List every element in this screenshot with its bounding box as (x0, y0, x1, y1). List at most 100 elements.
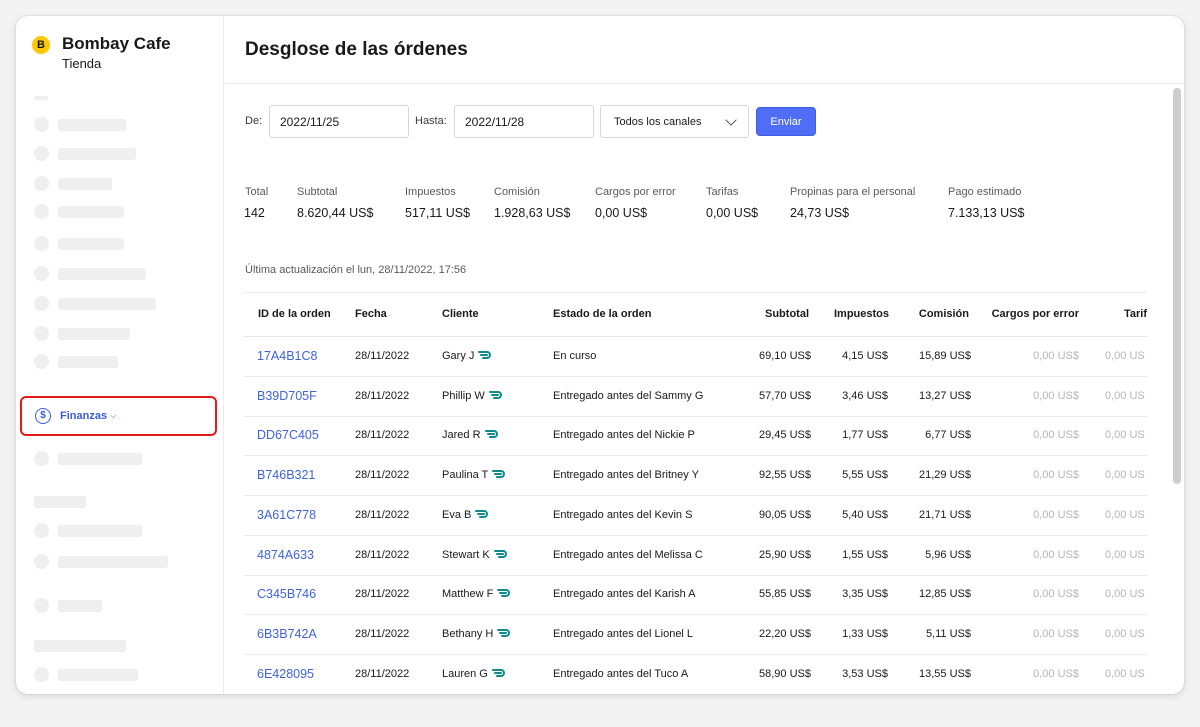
order-id-link[interactable]: DD67C405 (257, 428, 319, 442)
summary-label: Tarifas (706, 186, 739, 198)
summary-label: Cargos por error (595, 186, 676, 198)
order-id-link[interactable]: 3A61C778 (257, 508, 316, 522)
commission-cell: 12,85 US$ (919, 588, 971, 601)
subtotal-cell: 55,85 US$ (759, 588, 811, 601)
order-status: Entregado antes del Tuco A (553, 667, 689, 680)
summary-label: Propinas para el personal (790, 186, 916, 198)
app-window: B Bombay Cafe Tienda $ Finanzas ⌵ Desglo… (16, 16, 1184, 694)
customer-name: Eva B (442, 508, 472, 521)
error-charges-cell: 0,00 US$ (1033, 588, 1079, 601)
dollar-circle-icon: $ (35, 408, 51, 424)
commission-cell: 5,96 US$ (925, 548, 971, 561)
subtotal-cell: 92,55 US$ (759, 469, 811, 482)
vertical-scrollbar[interactable] (1173, 88, 1181, 484)
from-date-input[interactable]: 2022/11/25 (269, 105, 409, 138)
order-date: 28/11/2022 (355, 548, 410, 561)
sidebar-placeholder-item (34, 354, 118, 369)
sidebar-placeholder-item (34, 117, 126, 132)
fees-cell: 0,00 US (1105, 667, 1145, 680)
customer-name: Lauren G (442, 667, 488, 680)
from-label: De: (245, 115, 263, 127)
order-status: Entregado antes del Melissa C (553, 548, 703, 561)
sidebar-placeholder-item (34, 554, 168, 569)
fees-cell: 0,00 US (1105, 627, 1145, 640)
tax-cell: 5,40 US$ (842, 508, 888, 521)
table-row: 6E428095 28/11/2022 Lauren G Entregado ante… (244, 655, 1147, 694)
fees-cell: 0,00 US (1105, 389, 1145, 402)
summary-value: 142 (244, 206, 265, 220)
channel-select[interactable]: Todos los canales (600, 105, 749, 138)
customer-cell: Paulina T (442, 469, 506, 481)
summary-value: 1.928,63 US$ (494, 206, 571, 220)
order-date: 28/11/2022 (355, 667, 410, 680)
orders-table: ID de la orden Fecha Cliente Estado de l… (244, 292, 1147, 694)
order-status: Entregado antes del Sammy G (553, 389, 704, 402)
subtotal-cell: 57,70 US$ (759, 389, 811, 402)
sidebar-item-label: Finanzas (60, 410, 108, 422)
tax-cell: 1,33 US$ (842, 627, 888, 640)
error-charges-cell: 0,00 US$ (1033, 389, 1079, 402)
column-header[interactable]: Estado de la orden (553, 308, 651, 320)
error-charges-cell: 0,00 US$ (1033, 429, 1079, 442)
table-row: DD67C405 28/11/2022 Jared R Entregado antes… (244, 416, 1147, 457)
store-subtitle: Tienda (62, 56, 102, 71)
customer-name: Bethany H (442, 627, 494, 640)
column-header[interactable]: ID de la orden (258, 308, 331, 320)
order-date: 28/11/2022 (355, 429, 410, 442)
column-header[interactable]: Impuestos (809, 308, 889, 320)
dasher-icon (497, 589, 511, 598)
customer-name: Paulina T (442, 469, 489, 482)
sidebar-placeholder-item (34, 296, 156, 311)
order-date: 28/11/2022 (355, 469, 410, 482)
order-id-link[interactable]: C345B746 (257, 587, 316, 601)
column-header[interactable]: Cliente (442, 308, 479, 320)
customer-cell: Matthew F (442, 588, 511, 600)
subtotal-cell: 69,10 US$ (759, 350, 811, 362)
customer-cell: Eva B (442, 509, 489, 521)
sidebar-placeholder-item (34, 204, 124, 219)
sidebar-placeholder-item (34, 146, 136, 161)
customer-name: Gary J (442, 350, 475, 362)
order-id-link[interactable]: 6E428095 (257, 667, 314, 681)
sidebar-placeholder-item (34, 667, 138, 682)
sidebar: B Bombay Cafe Tienda $ Finanzas ⌵ (16, 16, 224, 694)
sidebar-placeholder-heading (34, 640, 126, 652)
tax-cell: 3,35 US$ (842, 588, 888, 601)
order-id-link[interactable]: 6B3B742A (257, 627, 317, 641)
error-charges-cell: 0,00 US$ (1033, 469, 1079, 482)
summary-value: 0,00 US$ (706, 206, 759, 220)
order-date: 28/11/2022 (355, 627, 410, 640)
column-header[interactable]: Cargos por error (969, 308, 1079, 320)
tax-cell: 4,15 US$ (842, 350, 888, 362)
submit-button[interactable]: Enviar (756, 107, 816, 136)
error-charges-cell: 0,00 US$ (1033, 508, 1079, 521)
summary-value: 517,11 US$ (405, 206, 471, 220)
dasher-icon (484, 430, 498, 439)
sidebar-item-finanzas[interactable]: $ Finanzas ⌵ (20, 396, 217, 436)
store-avatar: B (32, 36, 50, 54)
column-header[interactable]: Fecha (355, 308, 387, 320)
order-status: Entregado antes del Nickie P (553, 429, 695, 442)
fees-cell: 0,00 US (1105, 429, 1145, 442)
order-id-link[interactable]: 17A4B1C8 (257, 349, 317, 363)
column-header[interactable]: Tarif (1124, 308, 1147, 320)
sidebar-placeholder (34, 96, 48, 100)
table-header: ID de la orden Fecha Cliente Estado de l… (244, 292, 1147, 337)
error-charges-cell: 0,00 US$ (1033, 667, 1079, 680)
order-id-link[interactable]: 4874A633 (257, 548, 314, 562)
table-row: B746B321 28/11/2022 Paulina T Entregado ant… (244, 456, 1147, 497)
order-id-link[interactable]: B39D705F (257, 389, 317, 403)
sidebar-placeholder-item (34, 326, 130, 341)
table-row: 6B3B742A 28/11/2022 Bethany H Entregado ant… (244, 615, 1147, 655)
column-header[interactable]: Comisión (889, 308, 969, 320)
to-date-input[interactable]: 2022/11/28 (454, 105, 594, 138)
table-row: 17A4B1C8 28/11/2022 Gary J En curso 69,10 US… (244, 337, 1147, 377)
order-status: Entregado antes del Lionel L (553, 627, 694, 640)
tax-cell: 5,55 US$ (842, 469, 888, 482)
column-header[interactable]: Subtotal (734, 308, 809, 320)
page-title: Desglose de las órdenes (245, 39, 468, 60)
channel-select-value: Todos los canales (614, 116, 702, 128)
tax-cell: 1,77 US$ (842, 429, 888, 442)
commission-cell: 6,77 US$ (925, 429, 971, 442)
order-id-link[interactable]: B746B321 (257, 468, 315, 482)
